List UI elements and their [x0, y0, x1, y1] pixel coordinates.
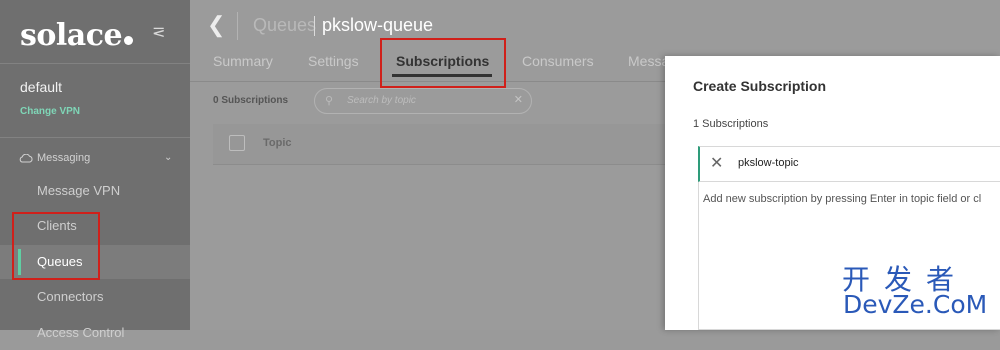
highlight-box-queues	[12, 212, 100, 280]
divider	[237, 12, 238, 40]
search-input[interactable]	[345, 94, 499, 107]
cloud-icon	[19, 153, 33, 162]
subscription-count: 0 Subscriptions	[213, 95, 289, 106]
column-header-topic[interactable]: Topic	[263, 137, 292, 149]
change-vpn-link[interactable]: Change VPN	[20, 106, 80, 117]
section-messaging[interactable]: Messaging	[19, 152, 90, 164]
sidebar-item-access-control[interactable]: Access Control	[0, 316, 190, 350]
page-title: pkslow-queue	[322, 15, 434, 35]
dialog-title: Create Subscription	[693, 78, 827, 94]
sidebar-item-connectors[interactable]: Connectors	[0, 280, 190, 314]
divider	[314, 16, 315, 36]
search-box: ⚲ ✕	[314, 88, 532, 114]
search-icon: ⚲	[325, 95, 334, 107]
subscription-tag[interactable]: ✕ pkslow-topic	[698, 146, 1000, 182]
watermark-devze: DevZe.CoM	[843, 290, 988, 319]
dialog-subscription-count: 1 Subscriptions	[693, 118, 769, 130]
remove-tag-icon[interactable]: ✕	[710, 153, 723, 173]
breadcrumb-queues[interactable]: Queues	[253, 15, 316, 36]
topic-hint: Add new subscription by pressing Enter i…	[703, 193, 982, 205]
tab-messages[interactable]: Messa	[628, 53, 669, 69]
collapse-sidebar-icon[interactable]: ⋜	[152, 22, 165, 42]
chevron-down-icon[interactable]: ⌄	[164, 152, 172, 163]
table-header: Topic	[213, 124, 673, 165]
section-label: Messaging	[37, 152, 91, 164]
sidebar: solace ⋜ default Change VPN Messaging ⌄ …	[0, 0, 190, 340]
tab-summary[interactable]: Summary	[213, 53, 273, 69]
clear-search-icon[interactable]: ✕	[514, 93, 523, 106]
tab-consumers[interactable]: Consumers	[522, 53, 594, 69]
vpn-name: default	[20, 79, 63, 95]
divider	[0, 137, 190, 138]
select-all-checkbox[interactable]	[229, 135, 245, 151]
back-chevron-icon[interactable]: ❮	[207, 12, 225, 38]
sidebar-item-message-vpn[interactable]: Message VPN	[0, 174, 190, 208]
tag-label: pkslow-topic	[738, 157, 799, 169]
logo: solace	[20, 18, 134, 53]
divider	[0, 63, 190, 64]
highlight-box-subscriptions	[380, 38, 506, 88]
tab-settings[interactable]: Settings	[308, 53, 359, 69]
